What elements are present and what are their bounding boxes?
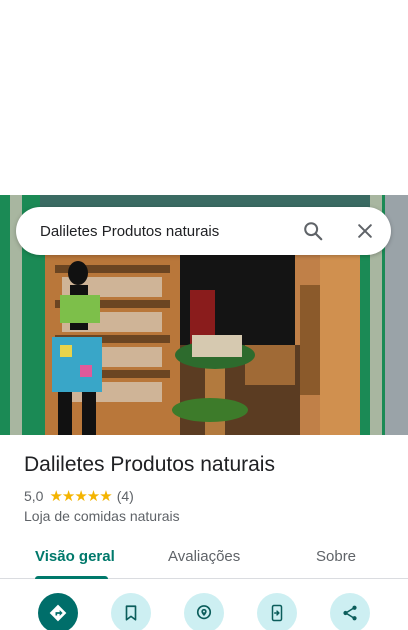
map-area[interactable] [0,0,408,195]
search-bar[interactable]: Daliletes Produtos naturais [16,207,391,255]
nearby-icon [196,605,212,620]
bookmark-icon [125,605,137,621]
rating-stars-icon: ★★★★★ [49,488,112,505]
send-to-phone-icon [271,604,283,622]
search-icon[interactable] [301,219,325,243]
tab-reviews[interactable]: Avaliações [168,548,240,565]
search-query[interactable]: Daliletes Produtos naturais [40,223,301,240]
send-to-phone-button[interactable] [257,593,297,630]
tab-overview[interactable]: Visão geral [35,548,115,565]
share-icon [343,605,357,621]
tab-bar: Visão geral Avaliações Sobre [0,536,408,579]
close-icon[interactable] [353,219,377,243]
tab-about[interactable]: Sobre [316,548,356,565]
save-button[interactable] [111,593,151,630]
rating-value: 5,0 [24,488,44,504]
place-title: Daliletes Produtos naturais [24,453,275,476]
nearby-button[interactable] [184,593,224,630]
place-category[interactable]: Loja de comidas naturais [24,508,180,524]
action-buttons [0,593,408,630]
share-button[interactable] [330,593,370,630]
directions-icon [49,604,67,622]
directions-button[interactable] [38,593,78,630]
active-tab-indicator [35,576,108,579]
review-count[interactable]: (4) [117,488,134,504]
rating-row[interactable]: 5,0 ★★★★★ (4) [24,487,134,505]
